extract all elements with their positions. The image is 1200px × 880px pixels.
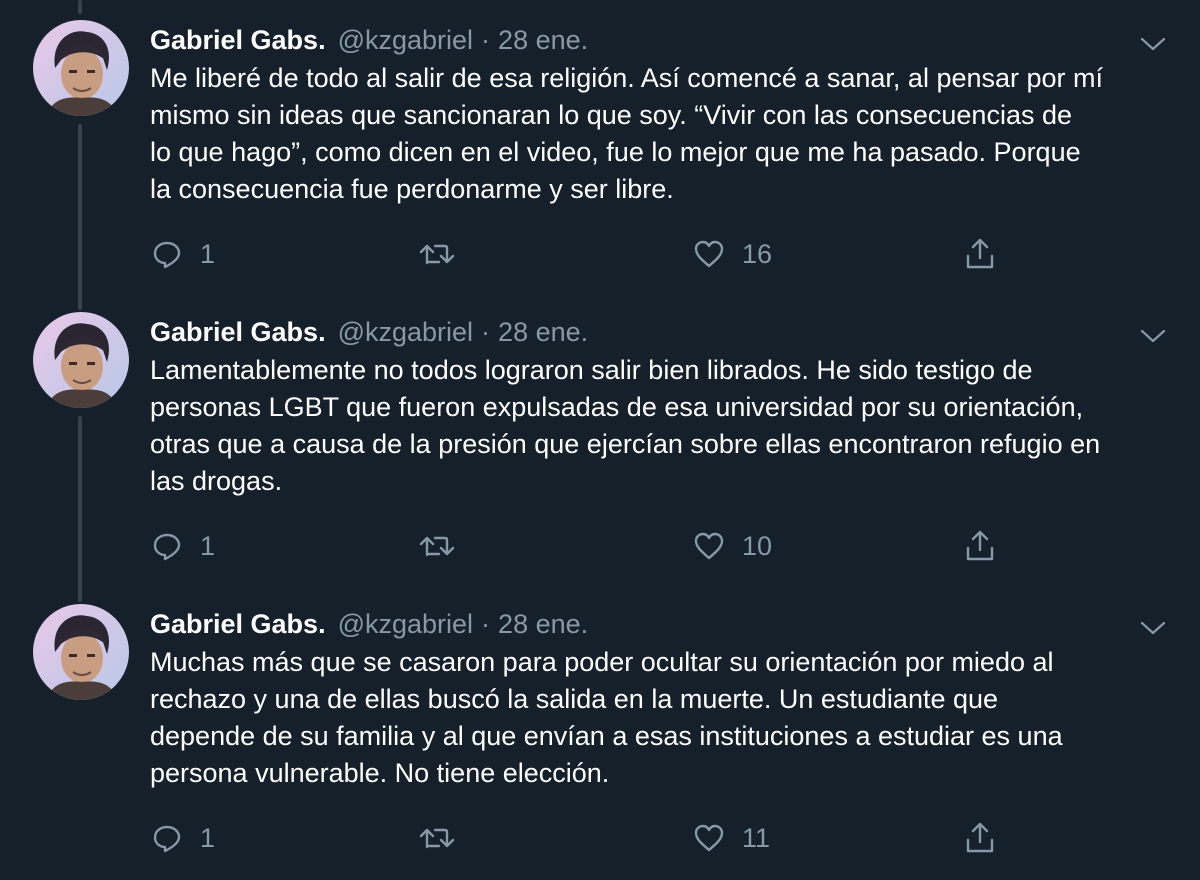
tweet-text-line: las drogas. bbox=[150, 466, 283, 496]
tweet-actions: 1 11 bbox=[0, 818, 1200, 858]
reply-icon bbox=[150, 237, 184, 271]
tweet-text-line: mismo sin ideas que sancionaran lo que s… bbox=[150, 100, 1072, 130]
tweet-text: Me liberé de todo al salir de esa religi… bbox=[150, 60, 1180, 208]
share-icon bbox=[962, 820, 998, 856]
tweet-date[interactable]: 28 ene. bbox=[498, 317, 588, 348]
reply-count: 1 bbox=[200, 530, 216, 561]
separator-dot: · bbox=[481, 608, 491, 639]
tweet-text-line: la consecuencia fue perdonarme y ser lib… bbox=[150, 174, 674, 204]
author-name[interactable]: Gabriel Gabs. bbox=[150, 317, 326, 348]
tweet-text-line: Muchas más que se casaron para poder ocu… bbox=[150, 647, 1054, 677]
reply-count: 1 bbox=[200, 822, 216, 853]
share-icon bbox=[962, 236, 998, 272]
avatar[interactable] bbox=[33, 604, 129, 700]
retweet-icon bbox=[417, 529, 457, 563]
like-icon bbox=[692, 237, 726, 271]
share-icon bbox=[962, 528, 998, 564]
like-count: 10 bbox=[742, 530, 773, 561]
reply-button[interactable]: 1 bbox=[150, 234, 215, 274]
tweet-text-line: Lamentablemente no todos lograron salir … bbox=[150, 355, 1033, 385]
avatar[interactable] bbox=[33, 312, 129, 408]
like-button[interactable]: 10 bbox=[692, 526, 772, 566]
like-icon bbox=[692, 821, 726, 855]
tweet-actions: 1 10 bbox=[0, 526, 1200, 566]
tweet-date[interactable]: 28 ene. bbox=[498, 609, 588, 640]
tweet-text-line: personas LGBT que fueron expulsadas de e… bbox=[150, 392, 1084, 422]
like-count: 16 bbox=[742, 238, 773, 269]
separator-dot: · bbox=[481, 316, 491, 347]
retweet-button[interactable] bbox=[417, 526, 473, 566]
retweet-icon bbox=[417, 237, 457, 271]
tweet-text-line: rechazo y una de ellas buscó la salida e… bbox=[150, 684, 999, 714]
tweet-date[interactable]: 28 ene. bbox=[498, 25, 588, 56]
chevron-down-icon[interactable] bbox=[1138, 32, 1168, 56]
reply-button[interactable]: 1 bbox=[150, 818, 215, 858]
like-button[interactable]: 16 bbox=[692, 234, 772, 274]
author-name[interactable]: Gabriel Gabs. bbox=[150, 609, 326, 640]
tweet[interactable]: Gabriel Gabs. @kzgabriel · 28 ene. Lamen… bbox=[0, 312, 1200, 592]
like-count: 11 bbox=[742, 822, 771, 853]
tweet[interactable]: Gabriel Gabs. @kzgabriel · 28 ene. Me li… bbox=[0, 20, 1200, 300]
retweet-button[interactable] bbox=[417, 234, 473, 274]
avatar[interactable] bbox=[33, 20, 129, 116]
thread-line-1 bbox=[78, 0, 82, 14]
tweet-text-line: otras que a causa de la presión que ejer… bbox=[150, 429, 1101, 459]
author-handle[interactable]: @kzgabriel bbox=[338, 25, 473, 56]
tweet-text-line: lo que hago”, como dicen en el video, fu… bbox=[150, 137, 1081, 167]
like-icon bbox=[692, 529, 726, 563]
tweet-header: Gabriel Gabs. @kzgabriel · 28 ene. bbox=[150, 606, 588, 642]
tweet-text-line: persona vulnerable. No tiene elección. bbox=[150, 758, 610, 788]
reply-icon bbox=[150, 821, 184, 855]
author-handle[interactable]: @kzgabriel bbox=[338, 317, 473, 348]
tweet-text: Muchas más que se casaron para poder ocu… bbox=[150, 644, 1180, 792]
author-name[interactable]: Gabriel Gabs. bbox=[150, 25, 326, 56]
retweet-icon bbox=[417, 821, 457, 855]
reply-count: 1 bbox=[200, 238, 216, 269]
chevron-down-icon[interactable] bbox=[1138, 324, 1168, 348]
share-button[interactable] bbox=[962, 818, 998, 858]
tweet[interactable]: Gabriel Gabs. @kzgabriel · 28 ene. Mucha… bbox=[0, 604, 1200, 880]
chevron-down-icon[interactable] bbox=[1138, 616, 1168, 640]
separator-dot: · bbox=[481, 24, 491, 55]
reply-button[interactable]: 1 bbox=[150, 526, 215, 566]
author-handle[interactable]: @kzgabriel bbox=[338, 609, 473, 640]
tweet-header: Gabriel Gabs. @kzgabriel · 28 ene. bbox=[150, 314, 588, 350]
share-button[interactable] bbox=[962, 526, 998, 566]
share-button[interactable] bbox=[962, 234, 998, 274]
tweet-text-line: depende de su familia y al que envían a … bbox=[150, 721, 1063, 751]
reply-icon bbox=[150, 529, 184, 563]
tweet-header: Gabriel Gabs. @kzgabriel · 28 ene. bbox=[150, 22, 588, 58]
tweet-text: Lamentablemente no todos lograron salir … bbox=[150, 352, 1180, 500]
tweet-text-line: Me liberé de todo al salir de esa religi… bbox=[150, 63, 1104, 93]
like-button[interactable]: 11 bbox=[692, 818, 770, 858]
retweet-button[interactable] bbox=[417, 818, 473, 858]
tweet-actions: 1 16 bbox=[0, 234, 1200, 274]
